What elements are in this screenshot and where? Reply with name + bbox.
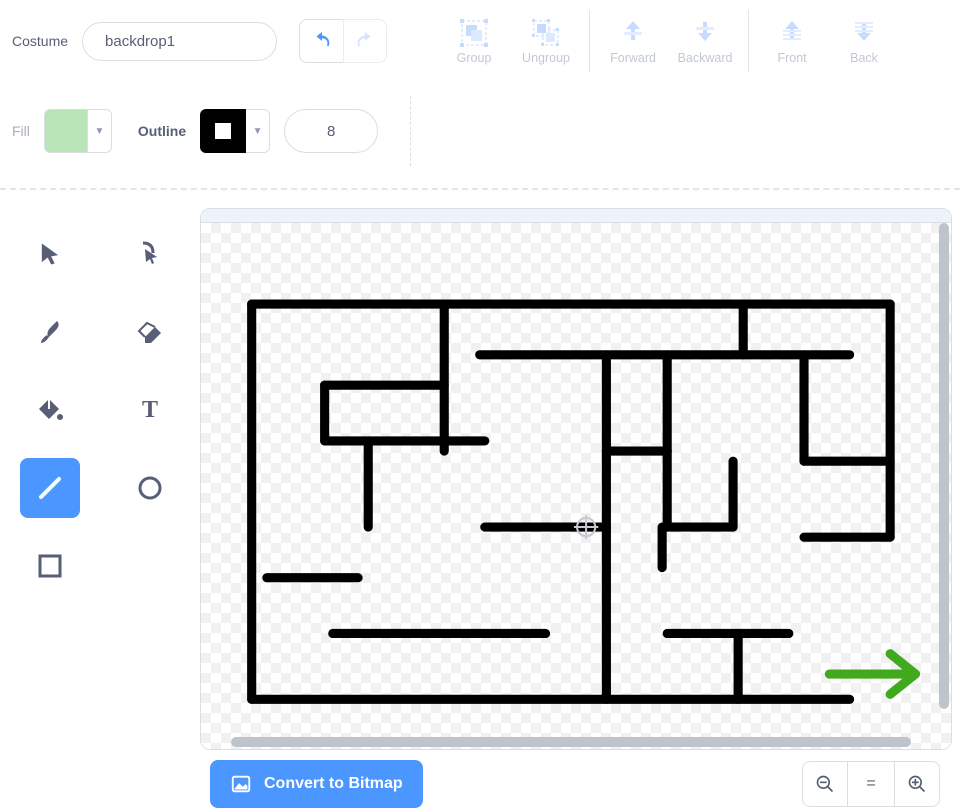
redo-button[interactable] [343,19,387,63]
undo-redo-group [299,19,387,63]
rect-tool[interactable] [20,536,80,596]
chevron-down-icon: ▼ [94,126,104,137]
fill-label: Fill [12,123,30,139]
group-button[interactable]: Group [445,18,503,65]
zoom-reset-button[interactable]: = [848,761,894,807]
reshape-icon [135,239,165,269]
drawing-canvas[interactable] [200,208,952,750]
front-icon [779,18,805,48]
horizontal-scrollbar[interactable] [231,737,911,747]
back-icon [851,18,877,48]
front-label: Front [777,51,806,65]
group-label: Group [457,51,492,65]
undo-icon [311,30,333,52]
convert-label: Convert to Bitmap [264,775,403,793]
convert-to-bitmap-button[interactable]: Convert to Bitmap [210,760,423,808]
paint-bucket-icon [35,395,65,425]
text-tool[interactable]: T [120,380,180,440]
separator [589,10,590,72]
ungroup-button[interactable]: Ungroup [517,18,575,65]
canvas-ruler [201,209,951,223]
brush-tool[interactable] [20,302,80,362]
backward-label: Backward [678,51,733,65]
forward-button[interactable]: Forward [604,18,662,65]
zoom-in-button[interactable] [894,761,940,807]
outline-label: Outline [138,123,186,139]
equals-icon: = [866,775,875,793]
redo-icon [354,30,376,52]
outline-dropdown[interactable]: ▼ [246,109,270,153]
back-label: Back [850,51,878,65]
line-icon [35,473,65,503]
zoom-in-icon [907,774,927,794]
reshape-tool[interactable] [120,224,180,284]
image-icon [230,773,252,795]
separator [410,96,411,166]
fill-dropdown[interactable]: ▼ [88,109,112,153]
zoom-out-icon [815,774,835,794]
stroke-width-input[interactable] [284,109,378,153]
svg-text:T: T [142,397,158,423]
chevron-down-icon: ▼ [253,126,263,137]
zoom-controls: = [802,761,940,807]
checker-background [201,223,951,749]
costume-name-input[interactable] [82,22,277,61]
text-icon: T [135,395,165,425]
line-tool[interactable] [20,458,80,518]
backward-button[interactable]: Backward [676,18,734,65]
tool-palette: T [0,208,200,750]
pointer-icon [36,240,64,268]
fill-color-swatch[interactable] [44,109,88,153]
backward-icon [692,18,718,48]
ungroup-label: Ungroup [522,51,570,65]
group-icon [459,18,489,48]
zoom-out-button[interactable] [802,761,848,807]
undo-button[interactable] [299,19,343,63]
fill-tool[interactable] [20,380,80,440]
front-button[interactable]: Front [763,18,821,65]
costume-label: Costume [12,33,68,49]
brush-icon [35,317,65,347]
square-icon [35,551,65,581]
forward-label: Forward [610,51,656,65]
eraser-icon [135,317,165,347]
back-button[interactable]: Back [835,18,893,65]
circle-tool[interactable] [120,458,180,518]
vertical-scrollbar[interactable] [939,223,949,709]
ungroup-icon [531,18,561,48]
outline-color-swatch[interactable] [200,109,246,153]
forward-icon [620,18,646,48]
select-tool[interactable] [20,224,80,284]
eraser-tool[interactable] [120,302,180,362]
circle-icon [135,473,165,503]
separator [748,10,749,72]
